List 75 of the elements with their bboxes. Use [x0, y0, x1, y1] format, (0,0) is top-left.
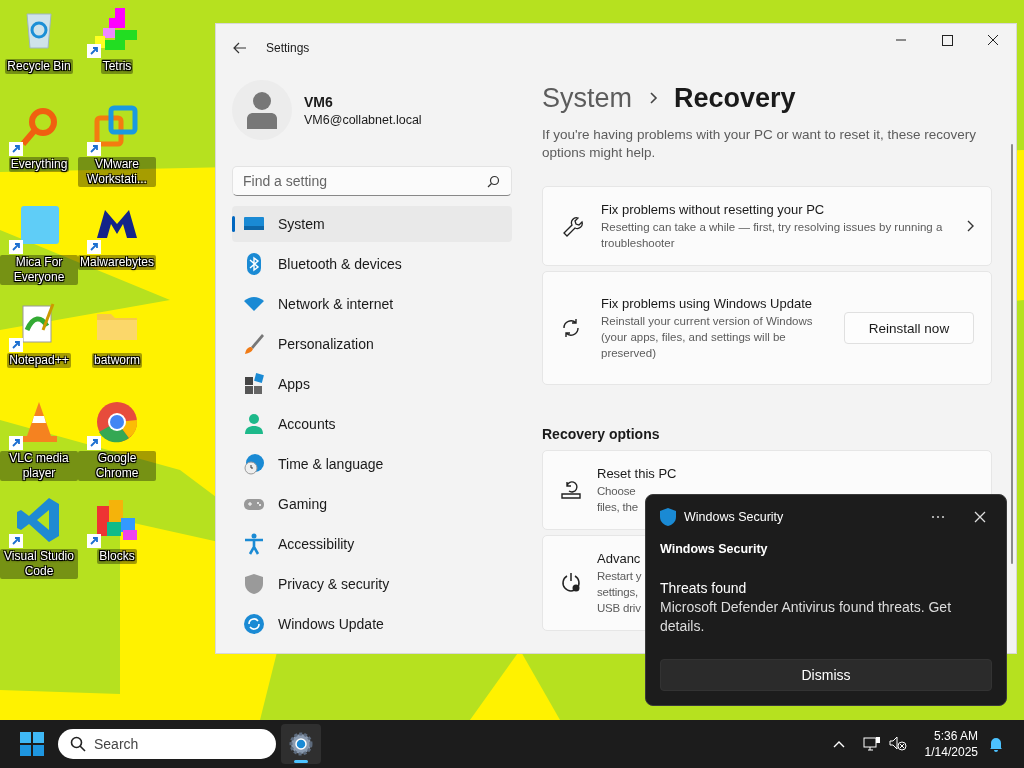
- search-icon[interactable]: [487, 175, 500, 188]
- user-email: VM6@collabnet.local: [304, 112, 422, 127]
- nav-item[interactable]: Apps: [232, 366, 512, 402]
- desktop-icon-label[interactable]: VLC media player: [0, 451, 78, 481]
- desktop-icon-label[interactable]: Tetris: [100, 59, 134, 74]
- toast-heading: Threats found: [660, 580, 748, 596]
- windows-logo-icon[interactable]: [20, 732, 44, 756]
- power-gear-icon: [559, 571, 583, 595]
- card-description: Reinstall your current version of Windows (your apps, files, and settings will be preserved): [601, 314, 814, 361]
- reinstall-button[interactable]: Reinstall now: [844, 312, 974, 344]
- settings-card[interactable]: Fix problems without resetting your PC Resetting can take a while — first, try resolving issues by running a troubleshooter: [542, 186, 992, 266]
- shield-icon: [660, 508, 676, 526]
- section-title: Recovery options: [542, 426, 661, 442]
- gear-icon: [289, 732, 313, 756]
- nav-item[interactable]: Windows Update: [232, 606, 512, 642]
- nav-item[interactable]: Network & internet: [232, 286, 512, 322]
- user-name: VM6: [304, 93, 334, 110]
- search-icon: [70, 736, 86, 752]
- chevron-right-icon: [648, 91, 659, 105]
- window-title: Settings: [266, 41, 310, 55]
- page-title: Recovery: [674, 82, 796, 114]
- card-title: Fix problems without resetting your PC: [601, 201, 826, 219]
- close-icon[interactable]: [974, 511, 986, 523]
- chevron-up-icon[interactable]: [832, 740, 845, 748]
- desktop-icon-label[interactable]: Recycle Bin: [5, 59, 73, 74]
- nav-item[interactable]: Accounts: [232, 406, 512, 442]
- card-title: Reset this PC: [597, 465, 677, 483]
- taskbar-search-field[interactable]: Search: [58, 729, 276, 759]
- nav-item[interactable]: Personalization: [232, 326, 512, 362]
- back-arrow-icon[interactable]: [232, 40, 248, 56]
- scrollbar[interactable]: [1011, 144, 1013, 564]
- chevron-right-icon[interactable]: [965, 219, 975, 233]
- shield-icon: [242, 572, 266, 596]
- nav-item[interactable]: Accessibility: [232, 526, 512, 562]
- card-title: Advanc: [597, 550, 641, 568]
- sync-icon: [242, 612, 266, 636]
- taskbar-app[interactable]: [281, 724, 321, 764]
- card-description: Choose: [597, 484, 636, 499]
- nav-item[interactable]: System: [232, 206, 512, 242]
- desktop-icon-label[interactable]: Mica For Everyone: [0, 255, 78, 285]
- globe-clock-icon: [242, 452, 266, 476]
- toast-message: Microsoft Defender Antivirus found threats. Get details.: [660, 598, 953, 636]
- settings-card[interactable]: Fix problems using Windows Update Reinstall your current version of Windows (your apps, files, and settings will be preserved) Reinstall now: [542, 271, 992, 385]
- clock-time[interactable]: 5:36 AM: [933, 728, 978, 744]
- card-title: Fix problems using Windows Update: [601, 295, 813, 313]
- breadcrumb-parent[interactable]: System: [542, 82, 633, 114]
- person-icon: [242, 412, 266, 436]
- accessibility-icon: [242, 532, 266, 556]
- desktop-icon-label[interactable]: Everything: [8, 157, 70, 172]
- card-description: Restart y: [597, 569, 642, 584]
- person-icon: [247, 91, 277, 129]
- nav-item[interactable]: Gaming: [232, 486, 512, 522]
- toast-source: Windows Security: [660, 542, 769, 556]
- clock-date[interactable]: 1/14/2025: [924, 744, 978, 760]
- brush-icon: [242, 332, 266, 356]
- security-toast[interactable]: Windows Security Windows Security Threats found Microsoft Defender Antivirus found threats. Get details. Dismiss: [645, 494, 1007, 706]
- toast-app-name: Windows Security: [684, 510, 785, 524]
- intro-text: If you're having problems with your PC or want to reset it, these recovery options might help.: [542, 126, 978, 162]
- laptop-arrow-icon: [559, 478, 583, 502]
- nav-item[interactable]: Time & language: [232, 446, 512, 482]
- dismiss-button[interactable]: Dismiss: [660, 659, 992, 691]
- card-description: settings,: [597, 585, 639, 600]
- desktop-icon-label[interactable]: Blocks: [97, 549, 137, 564]
- apps-icon: [242, 372, 266, 396]
- bell-icon[interactable]: [988, 736, 1004, 752]
- nav-item[interactable]: Privacy & security: [232, 566, 512, 602]
- settings-search-field[interactable]: Find a setting: [232, 166, 512, 196]
- card-description: USB driv: [597, 601, 641, 616]
- network-icon[interactable]: [862, 736, 881, 752]
- desktop-icon-label[interactable]: VMware Workstati...: [78, 157, 156, 187]
- muted-speaker-icon[interactable]: [888, 736, 907, 752]
- card-description: files, the: [597, 500, 638, 515]
- card-description: Resetting can take a while — first, try resolving issues by running a troubleshooter: [601, 220, 944, 251]
- desktop-icon-label[interactable]: Visual Studio Code: [0, 549, 78, 579]
- nav-item[interactable]: Bluetooth & devices: [232, 246, 512, 282]
